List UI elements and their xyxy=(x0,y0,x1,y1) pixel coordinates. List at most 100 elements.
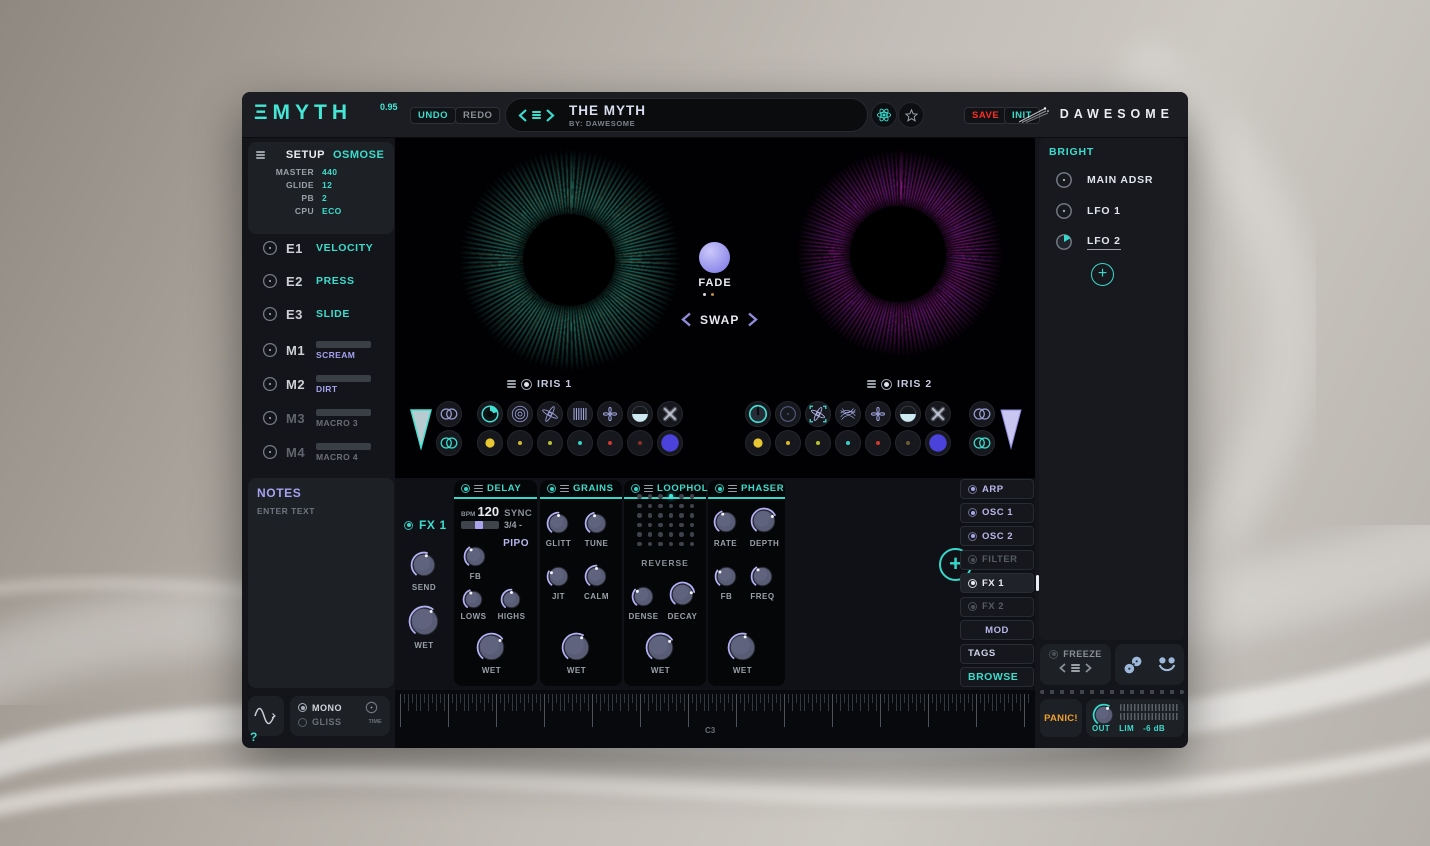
macro-knob[interactable] xyxy=(262,342,278,358)
setup-row-value[interactable]: 12 xyxy=(322,180,332,190)
grains-header[interactable]: GRAINS xyxy=(540,480,622,499)
macro-slider[interactable] xyxy=(316,341,371,348)
delay-mode[interactable]: PIPO xyxy=(503,538,529,549)
fx-send-knob[interactable] xyxy=(410,551,438,579)
grains-jit-knob[interactable] xyxy=(546,564,571,589)
dot-yellow-icon[interactable] xyxy=(775,430,801,456)
delay-lows-knob[interactable] xyxy=(462,588,485,611)
loophole-led-icon[interactable] xyxy=(631,484,640,493)
setup-row-value[interactable]: 2 xyxy=(322,193,327,203)
macro-knob[interactable] xyxy=(262,444,278,460)
pie-icon[interactable] xyxy=(477,401,503,427)
modulator-item-lfo2[interactable]: LFO 2 xyxy=(1049,233,1174,251)
dot-cyan-icon[interactable] xyxy=(567,430,593,456)
fx-wet-knob[interactable] xyxy=(408,605,441,638)
delay-menu-icon[interactable] xyxy=(474,485,483,493)
loophole-dense-knob[interactable] xyxy=(631,584,656,609)
half-icon[interactable] xyxy=(895,401,921,427)
setup-row-value[interactable]: ECO xyxy=(322,206,342,216)
loophole-step-grid[interactable] xyxy=(637,494,695,546)
disc-blue-icon[interactable] xyxy=(925,430,951,456)
expression-knob[interactable] xyxy=(262,240,278,256)
dot-olive-icon[interactable] xyxy=(537,430,563,456)
redo-button[interactable]: REDO xyxy=(455,107,500,124)
grains-calm-knob[interactable] xyxy=(584,564,609,589)
tab-arp[interactable]: ARP xyxy=(960,479,1034,499)
fx1-tag[interactable]: FX 1 xyxy=(404,518,447,532)
iris1-menu-icon[interactable] xyxy=(507,380,516,388)
grains-menu-icon[interactable] xyxy=(560,485,569,493)
modulator-item-main-adsr[interactable]: MAIN ADSR xyxy=(1049,171,1174,189)
delay-fb-knob[interactable] xyxy=(463,544,488,569)
expression-value[interactable]: PRESS xyxy=(316,275,355,287)
swap-right-icon[interactable] xyxy=(748,312,758,327)
phaser-depth-knob[interactable] xyxy=(750,507,778,535)
lfo2-knob[interactable] xyxy=(1055,233,1073,251)
iris1-header[interactable]: IRIS 1 xyxy=(507,378,572,390)
dice-icon[interactable] xyxy=(1122,654,1144,676)
venn-cyan-icon[interactable] xyxy=(436,430,462,456)
freeze-prev-icon[interactable] xyxy=(1059,663,1066,673)
pinwheel-selected-icon[interactable] xyxy=(805,401,831,427)
tab-filter[interactable]: FILTER xyxy=(960,550,1034,570)
iris2-header[interactable]: IRIS 2 xyxy=(867,378,932,390)
venn-cyan-icon[interactable] xyxy=(969,430,995,456)
disc-blue-icon[interactable] xyxy=(657,430,683,456)
grains-tune-knob[interactable] xyxy=(584,511,609,536)
freeze-menu-icon[interactable] xyxy=(1071,664,1080,672)
phaser-fb-knob[interactable] xyxy=(714,564,739,589)
freeze-panel[interactable]: FREEZE xyxy=(1040,644,1111,685)
blur-icon[interactable] xyxy=(657,401,683,427)
osc1-led-icon[interactable] xyxy=(968,508,977,517)
iris2-menu-icon[interactable] xyxy=(867,380,876,388)
phaser-wet-knob[interactable] xyxy=(727,632,758,663)
undo-button[interactable]: UNDO xyxy=(410,107,456,124)
phaser-rate-knob[interactable] xyxy=(713,509,739,535)
fx1-tab-led-icon[interactable] xyxy=(968,579,977,588)
delay-time-slider[interactable] xyxy=(461,521,499,529)
preset-menu-icon[interactable] xyxy=(532,111,541,119)
macro-knob[interactable] xyxy=(262,376,278,392)
delay-highs-knob[interactable] xyxy=(500,588,523,611)
phaser-header[interactable]: PHASER xyxy=(708,480,785,499)
random-preset-button[interactable] xyxy=(871,102,897,128)
freeze-led-icon[interactable] xyxy=(1049,650,1058,659)
dot-olive-icon[interactable] xyxy=(805,430,831,456)
blur-icon[interactable] xyxy=(925,401,951,427)
fade-knob[interactable] xyxy=(699,242,730,273)
half-icon[interactable] xyxy=(627,401,653,427)
tab-browse[interactable]: BROWSE xyxy=(960,667,1034,687)
macro-slider[interactable] xyxy=(316,443,371,450)
notes-input[interactable]: ENTER TEXT xyxy=(257,506,385,516)
stripes-icon[interactable] xyxy=(567,401,593,427)
db-value[interactable]: -6 dB xyxy=(1143,724,1165,733)
save-button[interactable]: SAVE xyxy=(964,107,1007,124)
loophole-decay-knob[interactable] xyxy=(669,581,696,608)
main-adsr-knob[interactable] xyxy=(1055,171,1073,189)
mutate-icon[interactable] xyxy=(1156,654,1178,676)
macro-knob[interactable] xyxy=(262,410,278,426)
dot-cyan-icon[interactable] xyxy=(835,430,861,456)
tab-mod[interactable]: MOD xyxy=(960,620,1034,640)
gliss-radio[interactable] xyxy=(298,718,307,727)
expression-value[interactable]: VELOCITY xyxy=(316,242,373,254)
loophole-menu-icon[interactable] xyxy=(644,485,653,493)
fx2-led-icon[interactable] xyxy=(968,602,977,611)
fade-mode-dots[interactable] xyxy=(703,293,714,296)
macro-slider[interactable] xyxy=(316,409,371,416)
keyboard-strip[interactable]: C3 xyxy=(395,690,1035,748)
setup-row-value[interactable]: 440 xyxy=(322,167,337,177)
grains-wet-knob[interactable] xyxy=(561,632,592,663)
dot-red-icon[interactable] xyxy=(597,430,623,456)
expression-value[interactable]: SLIDE xyxy=(316,308,350,320)
venn-purple-icon[interactable] xyxy=(436,401,462,427)
swap-control[interactable]: SWAP xyxy=(681,312,758,327)
clock-icon[interactable] xyxy=(745,401,771,427)
expression-knob[interactable] xyxy=(262,273,278,289)
clover-icon[interactable] xyxy=(597,401,623,427)
bpm-value[interactable]: 120 xyxy=(477,504,499,519)
freeze-next-icon[interactable] xyxy=(1085,663,1092,673)
clover-icon[interactable] xyxy=(865,401,891,427)
modulator-item-lfo1[interactable]: LFO 1 xyxy=(1049,202,1174,220)
favorite-button[interactable] xyxy=(898,102,924,128)
